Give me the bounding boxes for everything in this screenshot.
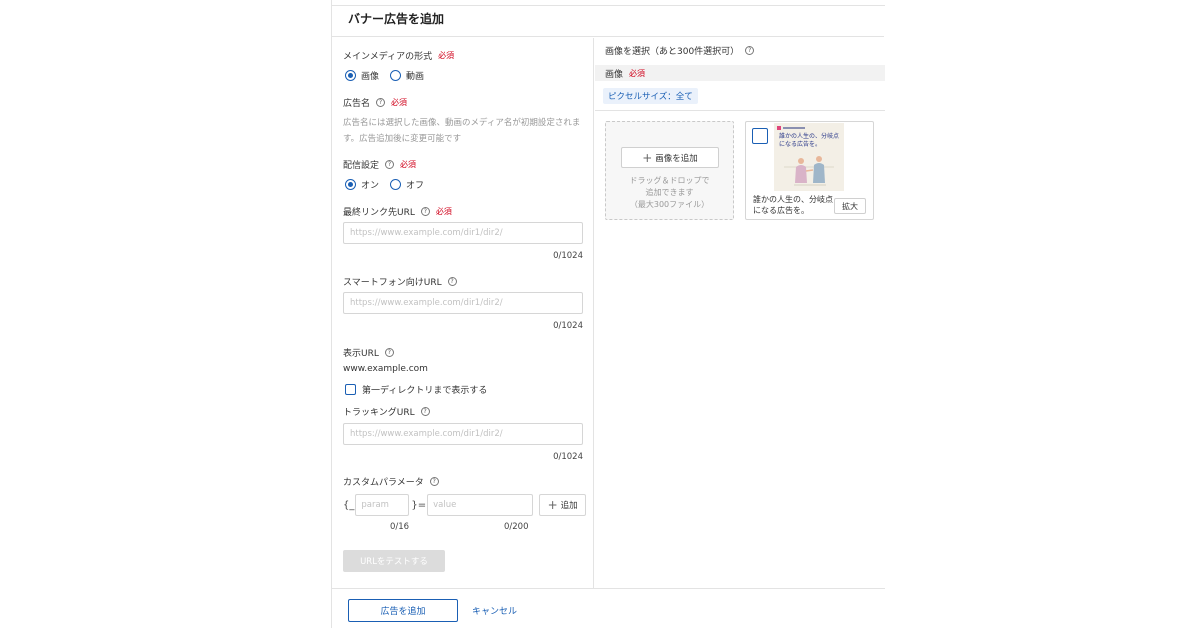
dropzone-line: ドラッグ＆ドロップで bbox=[629, 176, 710, 185]
required-badge: 必須 bbox=[391, 98, 408, 107]
banner-image-text: 誰かの人生の、分岐点になる広告を。 bbox=[779, 133, 840, 148]
radio-image-label: 画像 bbox=[361, 72, 380, 82]
required-badge: 必須 bbox=[435, 207, 452, 216]
ad-name-label: 広告名 bbox=[343, 99, 371, 109]
plus-icon: + bbox=[642, 150, 653, 165]
pixel-size-filter[interactable]: ピクセルサイズ：全て bbox=[603, 88, 698, 104]
dropzone-line: （最大300ファイル） bbox=[629, 200, 710, 209]
help-icon[interactable]: ? bbox=[447, 277, 457, 286]
add-ad-button[interactable]: 広告を追加 bbox=[348, 599, 458, 622]
image-section-bar: 画像 必須 bbox=[595, 65, 885, 81]
radio-video-label: 動画 bbox=[406, 72, 425, 82]
final-url-counter: 0/1024 bbox=[553, 251, 583, 261]
required-badge: 必須 bbox=[400, 160, 417, 169]
tracking-url-counter: 0/1024 bbox=[553, 452, 583, 462]
smartphone-url-label: スマートフォン向けURL bbox=[343, 278, 442, 288]
display-url-label-row: 表示URL ? bbox=[343, 346, 394, 359]
radio-off-label: オフ bbox=[406, 181, 425, 191]
value-counter: 0/200 bbox=[504, 522, 529, 532]
param-input[interactable] bbox=[355, 494, 410, 516]
top-divider bbox=[332, 5, 885, 6]
first-directory-checkbox-row: 第一ディレクトリまで表示する bbox=[345, 383, 487, 396]
add-image-button[interactable]: + 画像を追加 bbox=[621, 147, 719, 168]
custom-params-row: {_ }= + 追加 bbox=[343, 494, 587, 516]
radio-image[interactable] bbox=[345, 70, 356, 81]
final-url-input[interactable] bbox=[343, 222, 583, 244]
close-brace: }= bbox=[411, 499, 427, 511]
image-panel-title-row: 画像を選択（あと300件選択可） ? bbox=[605, 44, 755, 57]
media-format-radio-group: 画像 動画 bbox=[345, 69, 435, 82]
tracking-url-input[interactable] bbox=[343, 423, 583, 445]
param-counter: 0/16 bbox=[390, 522, 410, 532]
first-directory-checkbox[interactable] bbox=[345, 384, 356, 395]
help-icon[interactable]: ? bbox=[376, 98, 386, 107]
custom-params-label-row: カスタムパラメータ ? bbox=[343, 475, 439, 488]
first-directory-checkbox-label: 第一ディレクトリまで表示する bbox=[362, 386, 488, 396]
final-url-label: 最終リンク先URL bbox=[343, 208, 415, 218]
display-url-label: 表示URL bbox=[343, 349, 379, 359]
value-input[interactable] bbox=[427, 494, 534, 516]
image-panel-title: 画像を選択（あと300件選択可） bbox=[605, 47, 740, 57]
divider bbox=[595, 110, 885, 111]
add-param-label: 追加 bbox=[560, 501, 578, 511]
add-image-label: 画像を追加 bbox=[655, 153, 698, 164]
media-format-label: メインメディアの形式 bbox=[343, 52, 433, 62]
required-badge: 必須 bbox=[629, 68, 646, 78]
add-banner-ad-dialog: バナー広告を追加 メインメディアの形式 必須 画像 動画 広告名 ? 必須 広告… bbox=[331, 0, 885, 628]
add-param-button[interactable]: + 追加 bbox=[539, 494, 587, 516]
ad-name-label-row: 広告名 ? 必須 bbox=[343, 96, 407, 109]
smartphone-url-input[interactable] bbox=[343, 292, 583, 314]
help-icon[interactable]: ? bbox=[384, 348, 394, 357]
help-icon[interactable]: ? bbox=[429, 477, 439, 486]
plus-icon: + bbox=[547, 498, 558, 512]
dialog-footer: 広告を追加 キャンセル bbox=[332, 588, 885, 628]
image-thumbnail-card[interactable]: 誰かの人生の、分岐点になる広告を。 誰かの人生の、分岐点になる広告を。 拡大 bbox=[745, 121, 874, 220]
help-icon[interactable]: ? bbox=[420, 207, 430, 216]
display-url-value: www.example.com bbox=[343, 364, 428, 374]
test-url-button[interactable]: URLをテストする bbox=[343, 550, 445, 572]
thumbnail-checkbox[interactable] bbox=[752, 128, 768, 144]
image-dropzone[interactable]: + 画像を追加 ドラッグ＆ドロップで 追加できます （最大300ファイル） bbox=[605, 121, 734, 220]
radio-off[interactable] bbox=[390, 179, 402, 190]
dropzone-line: 追加できます bbox=[645, 188, 694, 197]
delivery-label: 配信設定 bbox=[343, 161, 380, 171]
tracking-url-label-row: トラッキングURL ? bbox=[343, 405, 430, 418]
radio-video[interactable] bbox=[390, 70, 402, 81]
delivery-radio-group: オン オフ bbox=[345, 178, 435, 191]
image-section-label: 画像 bbox=[605, 69, 624, 80]
thumbnail-caption: 誰かの人生の、分岐点になる広告を。 bbox=[753, 195, 833, 215]
thumbnail-image: 誰かの人生の、分岐点になる広告を。 bbox=[774, 123, 844, 191]
help-icon[interactable]: ? bbox=[420, 407, 430, 416]
radio-on-label: オン bbox=[361, 181, 380, 191]
dialog-title: バナー広告を追加 bbox=[348, 11, 445, 26]
tracking-url-label: トラッキングURL bbox=[343, 408, 415, 418]
image-select-panel: 画像を選択（あと300件選択可） ? 画像 必須 ピクセルサイズ：全て + 画像… bbox=[595, 38, 885, 588]
media-format-label-row: メインメディアの形式 必須 bbox=[343, 49, 454, 62]
radio-on[interactable] bbox=[345, 179, 356, 190]
cancel-link[interactable]: キャンセル bbox=[472, 604, 517, 617]
help-icon[interactable]: ? bbox=[745, 46, 755, 55]
smartphone-url-counter: 0/1024 bbox=[553, 321, 583, 331]
ad-name-helptext: 広告名には選択した画像、動画のメディア名が初期設定されます。広告追加後に変更可能… bbox=[343, 118, 581, 144]
delivery-label-row: 配信設定 ? 必須 bbox=[343, 158, 416, 171]
required-badge: 必須 bbox=[438, 51, 455, 60]
open-brace: {_ bbox=[343, 499, 355, 511]
help-icon[interactable]: ? bbox=[385, 160, 395, 169]
expand-button[interactable]: 拡大 bbox=[834, 198, 866, 214]
dropzone-text: ドラッグ＆ドロップで 追加できます （最大300ファイル） bbox=[606, 175, 733, 211]
ad-form: メインメディアの形式 必須 画像 動画 広告名 ? 必須 広告名には選択した画像… bbox=[332, 38, 594, 588]
custom-params-label: カスタムパラメータ bbox=[343, 478, 424, 488]
final-url-label-row: 最終リンク先URL ? 必須 bbox=[343, 205, 452, 218]
smartphone-url-label-row: スマートフォン向けURL ? bbox=[343, 275, 457, 288]
